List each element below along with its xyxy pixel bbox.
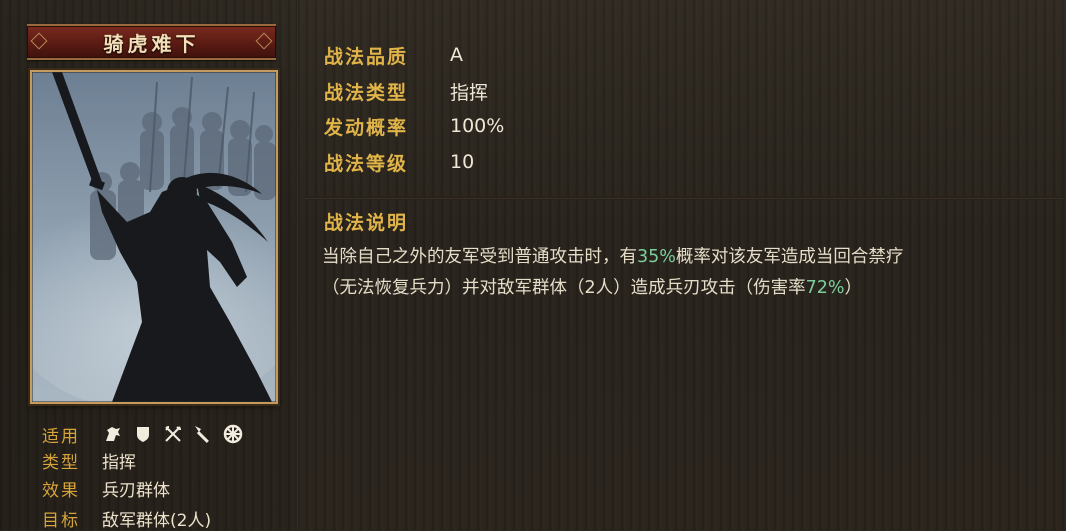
effect-row: 效果 兵刃群体 [42,476,170,501]
stat-label: 战法等级 [324,152,409,175]
stat-value: A [450,44,463,66]
description-title: 战法说明 [324,212,409,234]
troop-type-icons [102,423,244,445]
stat-label: 发动概率 [324,116,409,139]
stat-value: 指挥 [450,81,489,104]
wheel-icon [222,423,244,445]
stat-level: 战法等级 10 [324,147,474,177]
horizontal-divider [305,197,1066,200]
vertical-divider [296,0,299,530]
description-line-2: （无法恢复兵力）并对敌军群体（2人）造成兵刃攻击（伤害率72%） [322,274,862,299]
stat-value: 100% [450,115,505,137]
stat-label: 战法类型 [324,81,409,104]
description-line-1: 当除自己之外的友军受到普通攻击时，有35%概率对该友军造成当回合禁疗 [322,243,903,268]
description-text: （无法恢复兵力）并对敌军群体（2人）造成兵刃攻击（伤害率 [322,278,806,298]
stat-quality: 战法品质 A [324,40,463,70]
type-label: 类型 [42,452,80,473]
type-row: 类型 指挥 [42,448,136,473]
crossed-bows-icon [162,423,184,445]
stat-type: 战法类型 指挥 [324,76,488,106]
spear-icon [192,423,214,445]
target-row: 目标 敌军群体(2人) [42,506,212,531]
applicable-row: 适用 [42,422,244,447]
skill-name: 骑虎难下 [103,31,200,56]
effect-label: 效果 [42,480,80,501]
description-text: 当除自己之外的友军受到普通攻击时，有 [322,247,637,267]
skill-name-plate: 骑虎难下 [27,24,276,60]
effect-value: 兵刃群体 [102,480,170,501]
highlight-percent: 72% [805,278,845,298]
highlight-percent: 35% [637,247,676,267]
portrait-illustration [32,72,276,402]
description-text: 概率对该友军造成当回合禁疗 [675,247,904,267]
stat-value: 10 [450,151,475,173]
stat-label: 战法品质 [324,45,409,68]
target-value: 敌军群体(2人) [102,510,212,531]
type-value: 指挥 [102,452,136,473]
cavalry-icon [102,423,124,445]
description-text: ） [844,278,863,298]
applicable-label: 适用 [42,426,80,447]
target-label: 目标 [42,510,80,531]
shield-icon [132,423,154,445]
stat-trigger-rate: 发动概率 100% [324,111,504,141]
skill-portrait [30,70,278,404]
